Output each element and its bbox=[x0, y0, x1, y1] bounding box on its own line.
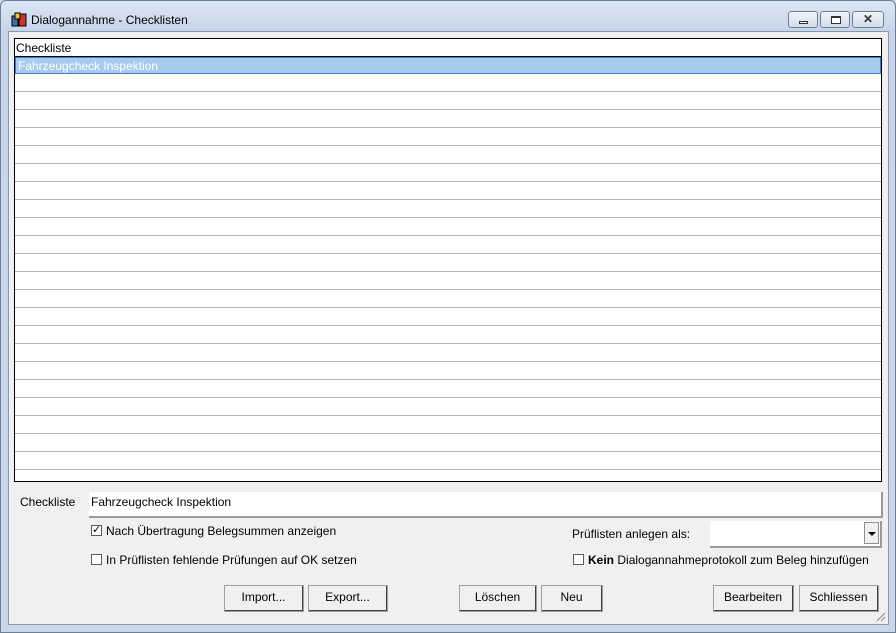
bearbeiten-button[interactable]: Bearbeiten bbox=[713, 585, 794, 612]
empty-row[interactable] bbox=[15, 345, 881, 362]
dialog-client-area: Checkliste Fahrzeugcheck Inspektion Chec… bbox=[8, 31, 889, 625]
opt1-checkbox[interactable]: ✓ bbox=[91, 525, 102, 536]
checkmark-icon: ✓ bbox=[92, 524, 102, 536]
opt3-bold: Kein bbox=[588, 553, 615, 567]
pruef-combo[interactable] bbox=[710, 521, 882, 548]
empty-row[interactable] bbox=[15, 147, 881, 164]
checkliste-field[interactable]: Fahrzeugcheck Inspektion bbox=[89, 492, 883, 518]
opt3-text: Dialogannahmeprotokoll zum Beleg hinzufü… bbox=[617, 553, 869, 567]
close-icon: ✕ bbox=[862, 12, 874, 26]
empty-row[interactable] bbox=[15, 363, 881, 380]
empty-row[interactable] bbox=[15, 129, 881, 146]
checkliste-label: Checkliste bbox=[20, 495, 76, 509]
checklist-grid[interactable]: Checkliste Fahrzeugcheck Inspektion bbox=[14, 38, 882, 482]
empty-row[interactable] bbox=[15, 453, 881, 470]
empty-row[interactable] bbox=[15, 93, 881, 110]
opt3-checkbox[interactable] bbox=[573, 554, 584, 565]
empty-row[interactable] bbox=[15, 309, 881, 326]
opt2-label[interactable]: In Prüflisten fehlende Prüfungen auf OK … bbox=[106, 553, 357, 567]
empty-row[interactable] bbox=[15, 327, 881, 344]
opt2-checkbox[interactable] bbox=[91, 554, 102, 565]
empty-row[interactable] bbox=[15, 183, 881, 200]
export-button[interactable]: Export... bbox=[308, 585, 388, 612]
opt1-label[interactable]: Nach Übertragung Belegsummen anzeigen bbox=[106, 524, 336, 538]
empty-row[interactable] bbox=[15, 417, 881, 434]
checkliste-field-value: Fahrzeugcheck Inspektion bbox=[91, 495, 232, 509]
column-header-checkliste: Checkliste bbox=[16, 41, 72, 55]
empty-row[interactable] bbox=[15, 291, 881, 308]
empty-row[interactable] bbox=[15, 111, 881, 128]
app-icon bbox=[11, 12, 27, 27]
empty-row[interactable] bbox=[15, 201, 881, 218]
minimize-icon bbox=[799, 21, 808, 24]
empty-row[interactable] bbox=[15, 381, 881, 398]
schliessen-button[interactable]: Schliessen bbox=[799, 585, 879, 612]
empty-row[interactable] bbox=[15, 435, 881, 452]
row-cell: Fahrzeugcheck Inspektion bbox=[18, 59, 159, 73]
loeschen-button[interactable]: Löschen bbox=[459, 585, 537, 612]
pruef-label: Prüflisten anlegen als: bbox=[572, 527, 691, 541]
neu-button[interactable]: Neu bbox=[541, 585, 603, 612]
import-button[interactable]: Import... bbox=[224, 585, 304, 612]
empty-row[interactable] bbox=[15, 255, 881, 272]
chevron-down-icon[interactable] bbox=[864, 522, 879, 544]
empty-row[interactable] bbox=[15, 273, 881, 290]
maximize-button[interactable] bbox=[820, 11, 850, 28]
opt3-label[interactable]: Kein Dialogannahmeprotokoll zum Beleg hi… bbox=[588, 553, 869, 567]
minimize-button[interactable] bbox=[788, 11, 818, 28]
empty-row[interactable] bbox=[15, 471, 881, 481]
grid-header[interactable]: Checkliste bbox=[15, 39, 881, 57]
empty-row[interactable] bbox=[15, 237, 881, 254]
empty-row[interactable] bbox=[15, 219, 881, 236]
empty-row[interactable] bbox=[15, 75, 881, 92]
close-button[interactable]: ✕ bbox=[852, 11, 884, 28]
empty-row[interactable] bbox=[15, 399, 881, 416]
empty-row[interactable] bbox=[15, 165, 881, 182]
table-row[interactable]: Fahrzeugcheck Inspektion bbox=[15, 57, 881, 74]
resize-grip-icon[interactable] bbox=[874, 610, 886, 622]
dialog-window: Dialogannahme - Checklisten ✕ Checkliste… bbox=[0, 0, 896, 633]
window-title: Dialogannahme - Checklisten bbox=[31, 13, 188, 27]
maximize-icon bbox=[831, 16, 841, 24]
